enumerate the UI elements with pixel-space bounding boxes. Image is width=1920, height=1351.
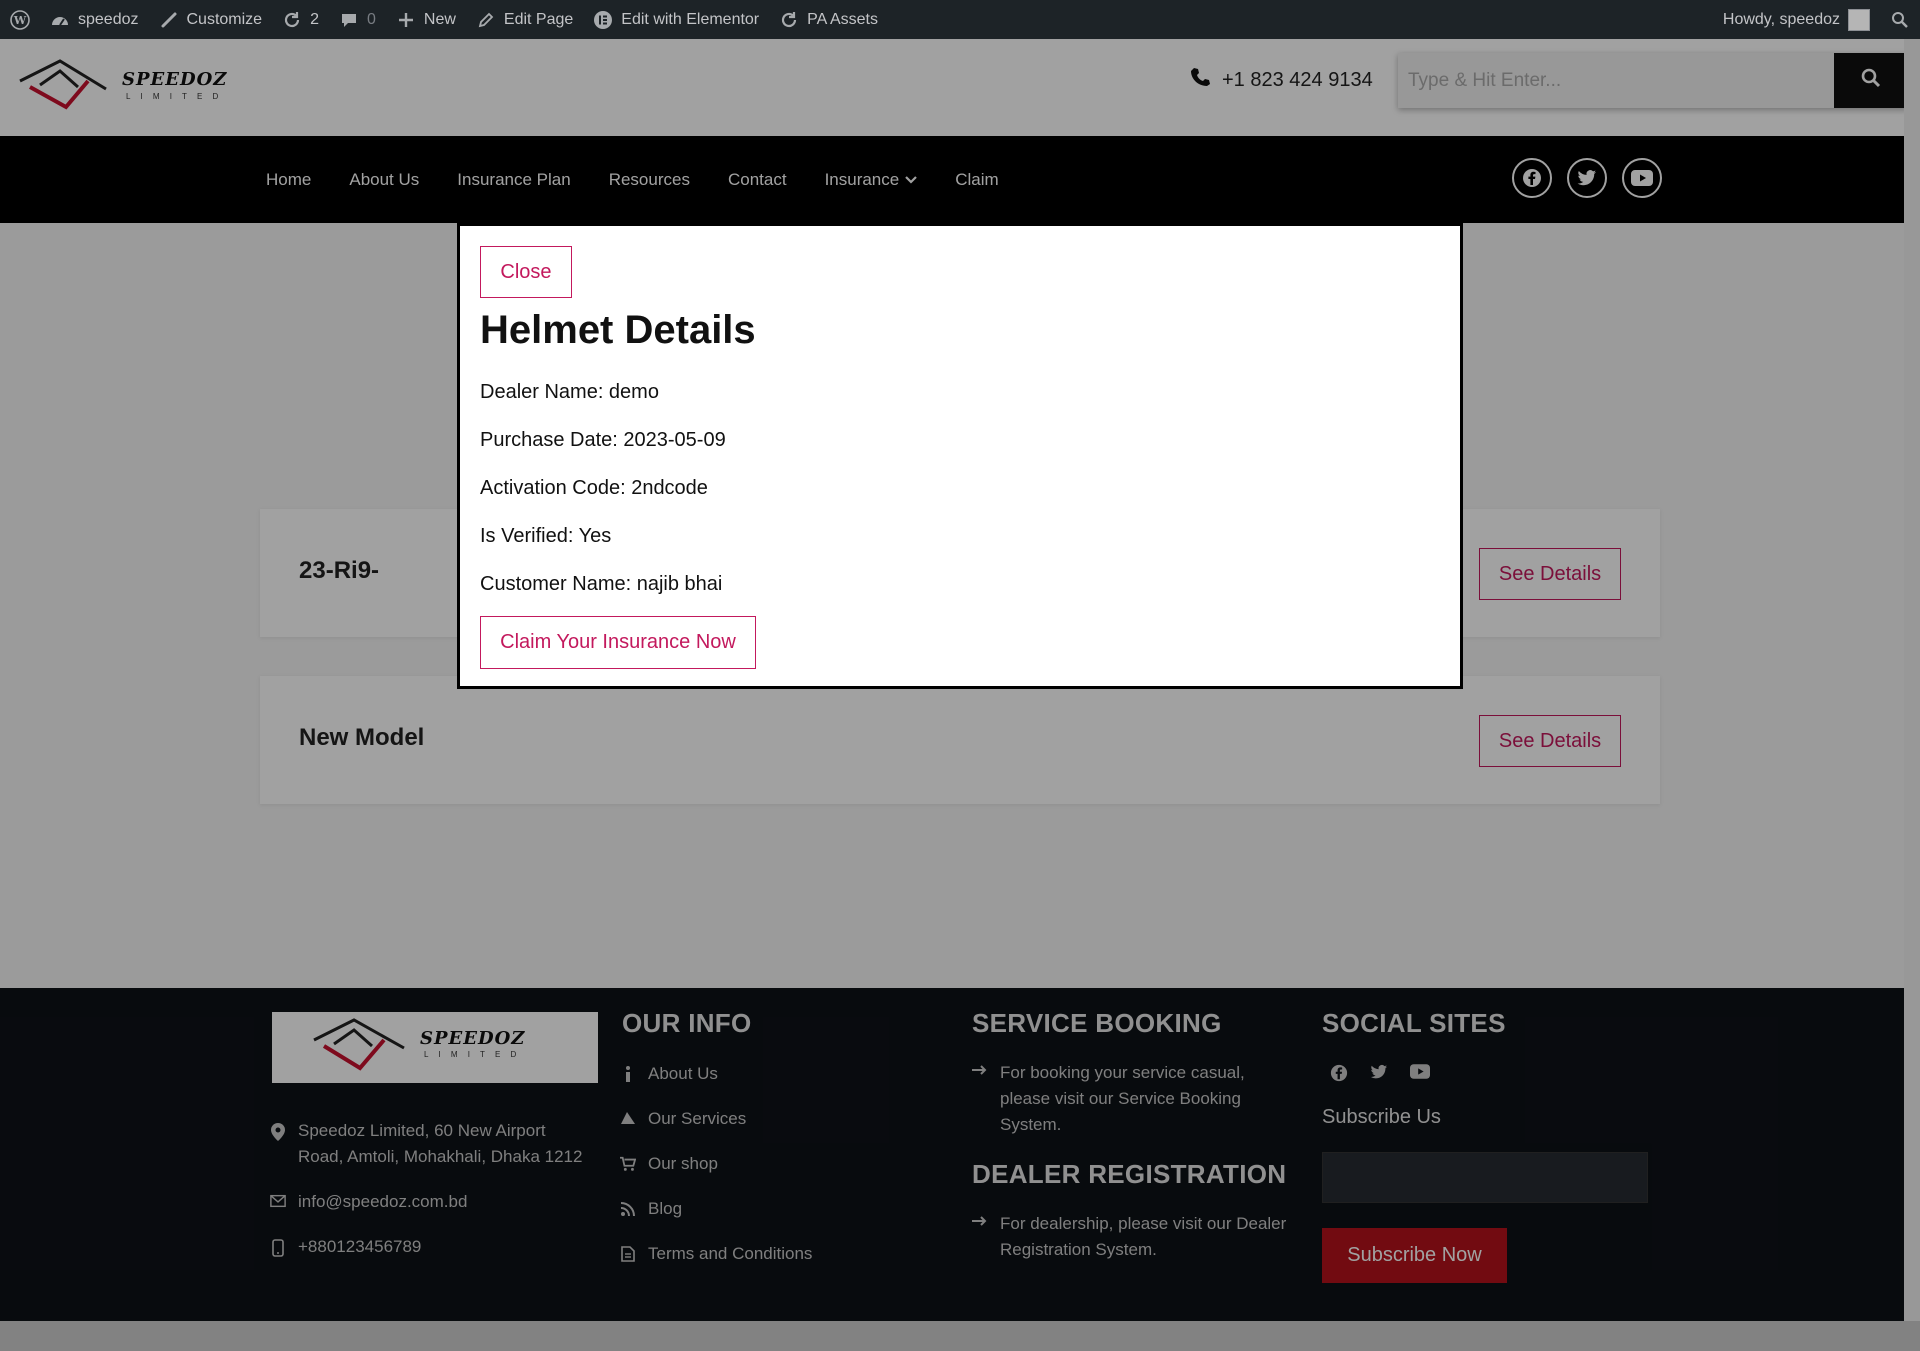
- pencil-icon: [476, 10, 496, 30]
- howdy-label: Howdy, speedoz: [1722, 10, 1840, 28]
- svg-text:W: W: [13, 14, 27, 27]
- customer-name: Customer Name: najib bhai: [480, 573, 723, 595]
- close-button[interactable]: Close: [480, 246, 572, 298]
- edit-elementor-label: Edit with Elementor: [621, 10, 760, 28]
- edit-elementor-item[interactable]: Edit with Elementor: [583, 0, 769, 39]
- edit-page-label: Edit Page: [503, 10, 574, 28]
- site-name: speedoz: [78, 10, 139, 28]
- avatar: [1848, 8, 1870, 31]
- sync-icon: [779, 10, 799, 30]
- comments-item[interactable]: 0: [329, 0, 386, 39]
- comment-icon: [339, 10, 359, 30]
- search-icon: [1890, 10, 1910, 30]
- is-verified: Is Verified: Yes: [480, 525, 612, 547]
- modal-title: Helmet Details: [480, 308, 756, 352]
- admin-search-item[interactable]: [1880, 0, 1920, 39]
- admin-bar: W speedoz Customize 2 0 New Edit Page Ed…: [0, 0, 1920, 39]
- pa-assets-label: PA Assets: [807, 10, 878, 28]
- edit-page-item[interactable]: Edit Page: [466, 0, 583, 39]
- plus-icon: [396, 10, 416, 30]
- customize-item[interactable]: Customize: [149, 0, 273, 39]
- refresh-icon: [282, 10, 302, 30]
- pa-assets-item[interactable]: PA Assets: [769, 0, 888, 39]
- wp-logo-item[interactable]: W: [0, 0, 40, 39]
- wordpress-icon: W: [10, 9, 30, 30]
- elementor-icon: [593, 10, 613, 30]
- customize-label: Customize: [186, 10, 263, 28]
- claim-insurance-button[interactable]: Claim Your Insurance Now: [480, 616, 756, 669]
- new-label: New: [423, 10, 456, 28]
- site-name-item[interactable]: speedoz: [40, 0, 149, 39]
- comments-count: 0: [366, 10, 376, 28]
- account-item[interactable]: Howdy, speedoz: [1713, 0, 1880, 39]
- brush-icon: [159, 10, 179, 30]
- activation-code: Activation Code: 2ndcode: [480, 477, 708, 499]
- helmet-details-modal: Close Helmet Details Dealer Name: demo P…: [457, 223, 1463, 689]
- dashboard-icon: [50, 10, 70, 30]
- purchase-date: Purchase Date: 2023-05-09: [480, 429, 726, 451]
- updates-count: 2: [310, 10, 319, 28]
- updates-item[interactable]: 2: [272, 0, 329, 39]
- new-item[interactable]: New: [386, 0, 466, 39]
- dealer-name: Dealer Name: demo: [480, 381, 659, 403]
